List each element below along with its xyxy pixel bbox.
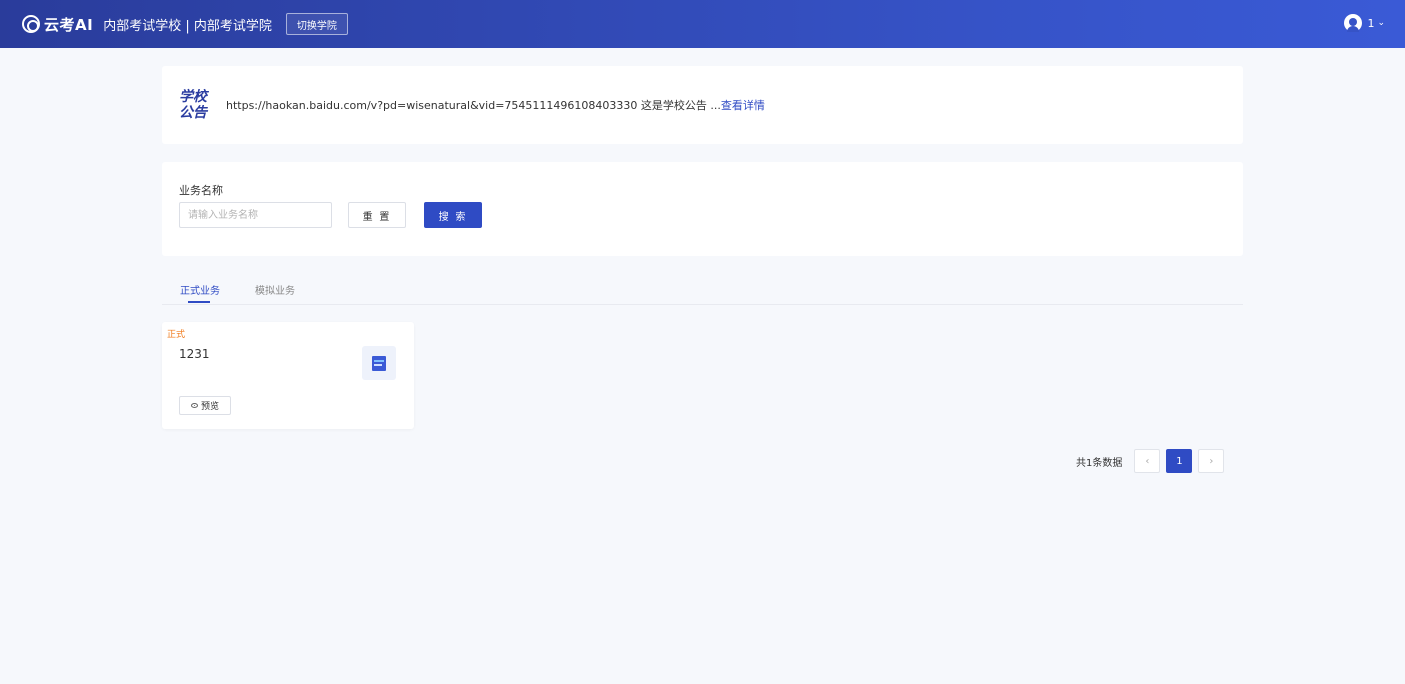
announcement-label: 学校公告 (179, 89, 207, 121)
prev-page-button[interactable]: ‹ (1134, 449, 1161, 473)
page-number-1[interactable]: 1 (1166, 449, 1193, 473)
preview-label: 预览 (200, 401, 219, 411)
logo-icon (22, 15, 40, 33)
pagination: 共1条数据 ‹ 1 › (1076, 449, 1225, 473)
top-header: 云考AI 内部考试学校 | 内部考试学院 切换学院 1 ⌄ (0, 0, 1405, 48)
avatar-icon (1344, 14, 1363, 32)
view-detail-link[interactable]: 查看详情 (721, 99, 765, 112)
tab-mock-business[interactable]: 模拟业务 (255, 282, 295, 297)
search-panel: 业务名称 重 置 搜 索 (162, 162, 1243, 256)
business-card[interactable]: 正式 1231 预览 (162, 322, 414, 429)
active-tab-indicator (188, 301, 210, 303)
announcement-card: 学校公告 https://haokan.baidu.com/v?pd=wisen… (162, 66, 1243, 144)
announcement-content: https://haokan.baidu.com/v?pd=wisenatura… (226, 99, 721, 112)
page: 云考AI 内部考试学校 | 内部考试学院 切换学院 1 ⌄ 学校公告 https… (0, 0, 1405, 684)
document-icon (372, 355, 386, 371)
business-name: 1231 (179, 347, 210, 361)
announcement-text: https://haokan.baidu.com/v?pd=wisenatura… (226, 97, 765, 113)
business-tabs: 正式业务 模拟业务 (162, 272, 1243, 305)
chevron-down-icon: ⌄ (1377, 18, 1385, 28)
reset-button[interactable]: 重 置 (348, 202, 406, 228)
search-button[interactable]: 搜 索 (424, 202, 482, 228)
school-title: 内部考试学校 | 内部考试学院 (103, 18, 272, 34)
status-badge: 正式 (167, 330, 186, 340)
brand-name: 云考AI (44, 15, 94, 34)
total-count: 共1条数据 (1076, 457, 1123, 469)
business-icon-box (362, 346, 396, 380)
business-name-label: 业务名称 (179, 184, 223, 197)
switch-school-button[interactable]: 切换学院 (285, 13, 348, 35)
user-menu[interactable]: 1 ⌄ (1344, 14, 1385, 32)
preview-button[interactable]: 预览 (179, 396, 231, 415)
next-page-button[interactable]: › (1198, 449, 1225, 473)
business-name-input[interactable] (179, 202, 332, 228)
user-name: 1 (1367, 16, 1375, 30)
eye-icon (190, 403, 198, 408)
brand-logo[interactable]: 云考AI (22, 14, 93, 35)
tab-formal-business[interactable]: 正式业务 (180, 282, 220, 297)
